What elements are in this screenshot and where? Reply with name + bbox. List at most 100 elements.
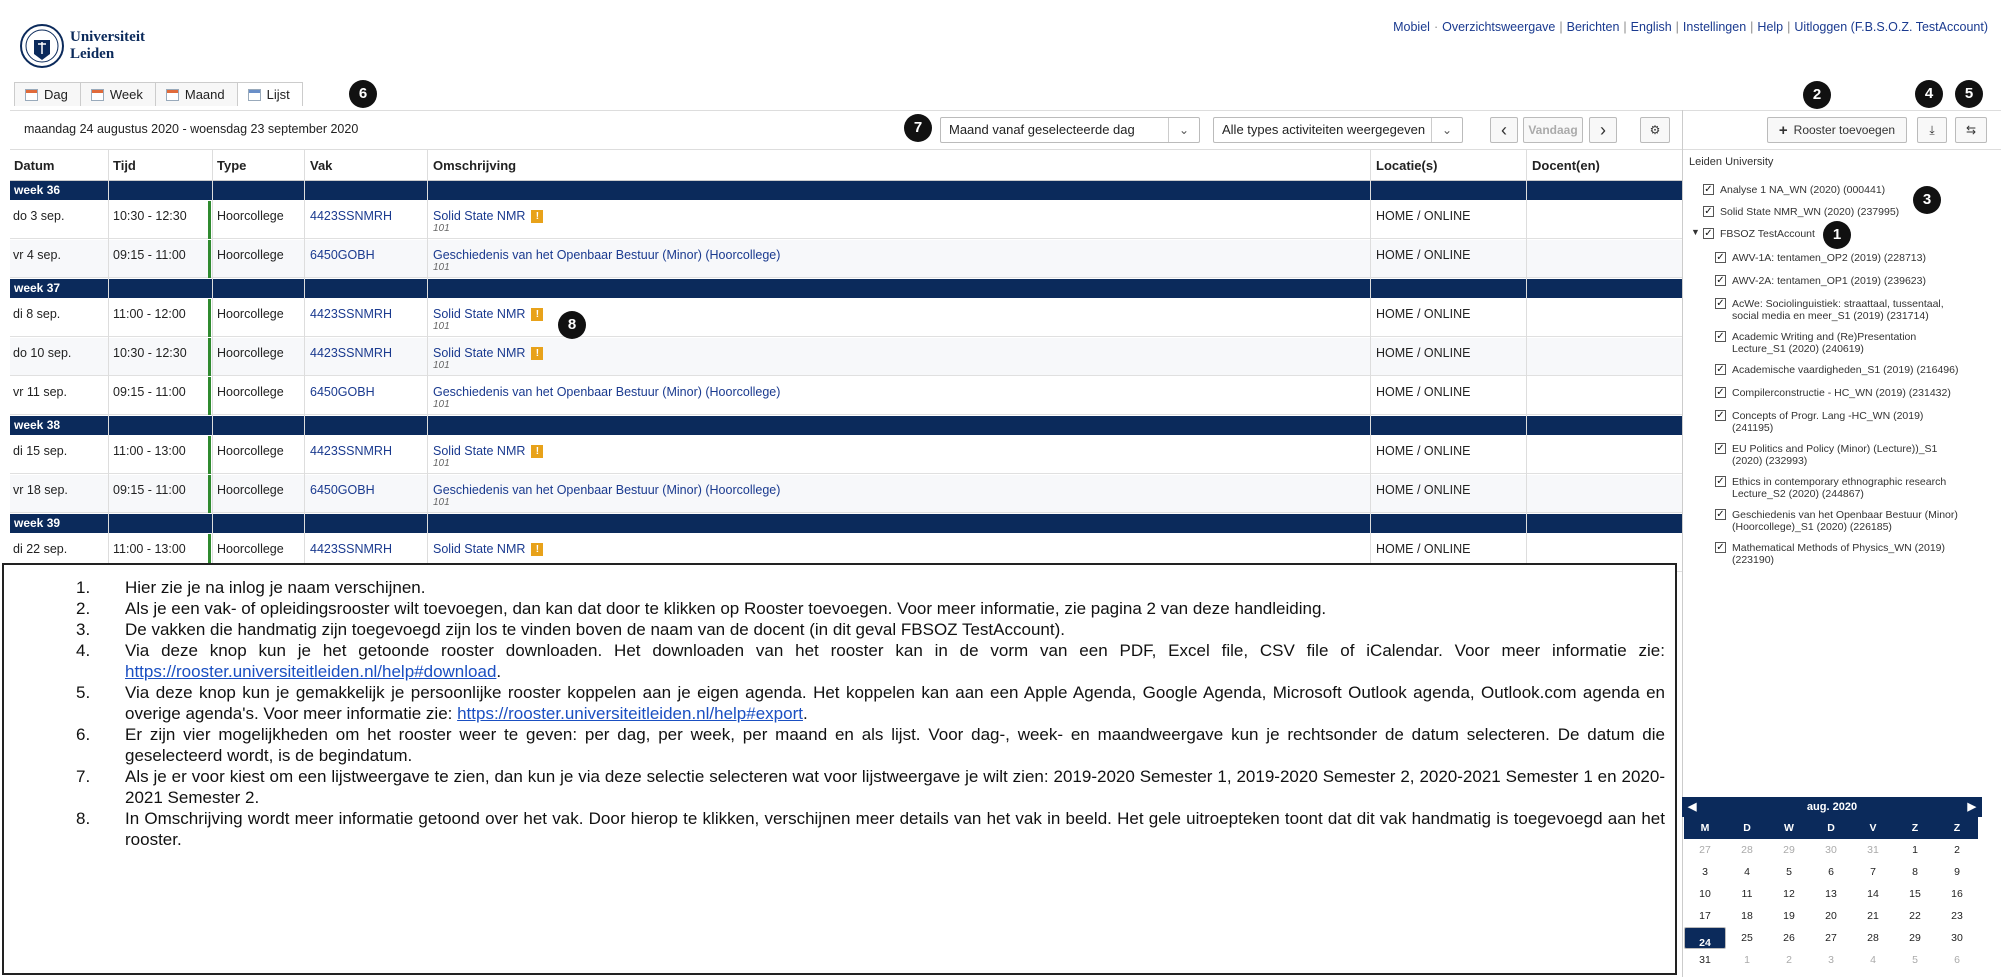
checkbox[interactable]: ✓ [1715,331,1726,342]
description-text[interactable]: Solid State NMR [433,307,525,321]
help-link[interactable]: https://rooster.universiteitleiden.nl/he… [125,662,496,681]
calendar-next-icon[interactable]: ▶ [1968,797,1976,817]
checkbox[interactable]: ✓ [1715,252,1726,263]
checkbox[interactable]: ✓ [1703,228,1714,239]
activity-type-select[interactable]: Alle types activiteiten weergegeven ⌄ [1213,117,1463,143]
checkbox[interactable]: ✓ [1715,298,1726,309]
calendar-day[interactable]: 12 [1768,883,1810,905]
table-row[interactable]: do 3 sep. 10:30 - 12:30 Hoorcollege 4423SSN… [10,201,1682,239]
calendar-day[interactable]: 29 [1768,839,1810,861]
checkbox[interactable]: ✓ [1715,509,1726,520]
checkbox[interactable]: ✓ [1715,410,1726,421]
calendar-day[interactable]: 15 [1894,883,1936,905]
calendar-day[interactable]: 8 [1894,861,1936,883]
cell-course[interactable]: 4423SSNMRH [310,307,392,321]
schedule-checkbox-row[interactable]: ✓ Compilerconstructie - HC_WN (2019) (231… [1715,387,1995,399]
calendar-day[interactable]: 5 [1894,949,1936,971]
calendar-day[interactable]: 28 [1852,927,1894,949]
checkbox[interactable]: ✓ [1715,387,1726,398]
calendar-day[interactable]: 16 [1936,883,1978,905]
calendar-day[interactable]: 14 [1852,883,1894,905]
description-text[interactable]: Geschiedenis van het Openbaar Bestuur (M… [433,483,780,497]
schedule-checkbox-row[interactable]: ✓ AcWe: Sociolinguistiek: straattaal, tus… [1715,298,1995,322]
calendar-day[interactable]: 24 [1684,927,1726,949]
calendar-day[interactable]: 28 [1726,839,1768,861]
calendar-day[interactable]: 25 [1726,927,1768,949]
calendar-day[interactable]: 11 [1726,883,1768,905]
checkbox[interactable]: ✓ [1715,443,1726,454]
calendar-day[interactable]: 4 [1852,949,1894,971]
calendar-day[interactable]: 23 [1936,905,1978,927]
add-schedule-button[interactable]: + Rooster toevoegen [1767,117,1907,143]
calendar-day[interactable]: 2 [1936,839,1978,861]
link-mobiel[interactable]: Mobiel [1393,20,1430,34]
today-button[interactable]: Vandaag [1523,117,1583,143]
table-row[interactable]: di 15 sep. 11:00 - 13:00 Hoorcollege 4423SS… [10,436,1682,474]
calendar-day[interactable]: 30 [1936,927,1978,949]
next-button[interactable]: › [1589,117,1617,143]
description-text[interactable]: Solid State NMR [433,209,525,223]
tab-lijst[interactable]: Lijst [236,82,303,106]
calendar-day[interactable]: 26 [1768,927,1810,949]
link-uitloggen[interactable]: Uitloggen (F.B.S.O.Z. TestAccount) [1794,20,1988,34]
checkbox[interactable]: ✓ [1703,206,1714,217]
link-help[interactable]: Help [1757,20,1783,34]
schedule-checkbox-row[interactable]: ✓ Analyse 1 NA_WN (2020) (000441) [1703,184,1983,196]
link-berichten[interactable]: Berichten [1567,20,1620,34]
cell-description[interactable]: Solid State NMR! [433,542,544,557]
cell-description[interactable]: Geschiedenis van het Openbaar Bestuur (M… [433,248,780,262]
view-range-select[interactable]: Maand vanaf geselecteerde dag ⌄ [940,117,1200,143]
calendar-day[interactable]: 19 [1768,905,1810,927]
link-instellingen[interactable]: Instellingen [1683,20,1746,34]
calendar-day[interactable]: 1 [1726,949,1768,971]
cell-course[interactable]: 4423SSNMRH [310,346,392,360]
university-logo[interactable]: Universiteit Leiden [20,17,170,75]
tab-maand[interactable]: Maand [154,82,238,106]
calendar-day[interactable]: 18 [1726,905,1768,927]
cell-course[interactable]: 4423SSNMRH [310,542,392,556]
calendar-day[interactable]: 6 [1810,861,1852,883]
calendar-day[interactable]: 17 [1684,905,1726,927]
link-overzichtsweergave[interactable]: Overzichtsweergave [1442,20,1555,34]
schedule-checkbox-row[interactable]: ✓ Ethics in contemporary ethnographic res… [1715,476,1995,500]
calendar-day[interactable]: 6 [1936,949,1978,971]
calendar-day[interactable]: 27 [1810,927,1852,949]
cell-course[interactable]: 4423SSNMRH [310,444,392,458]
calendar-day[interactable]: 2 [1768,949,1810,971]
checkbox[interactable]: ✓ [1715,275,1726,286]
help-link[interactable]: https://rooster.universiteitleiden.nl/he… [457,704,803,723]
table-row[interactable]: vr 11 sep. 09:15 - 11:00 Hoorcollege 6450GO… [10,377,1682,415]
calendar-day[interactable]: 31 [1852,839,1894,861]
cell-course[interactable]: 4423SSNMRH [310,209,392,223]
calendar-day[interactable]: 7 [1852,861,1894,883]
description-text[interactable]: Geschiedenis van het Openbaar Bestuur (M… [433,385,780,399]
checkbox[interactable]: ✓ [1715,364,1726,375]
schedule-checkbox-row[interactable]: ✓ Academische vaardigheden_S1 (2019) (216… [1715,364,1995,376]
table-row[interactable]: do 10 sep. 10:30 - 12:30 Hoorcollege 4423SS… [10,338,1682,376]
calendar-day[interactable]: 1 [1894,839,1936,861]
cell-course[interactable]: 6450GOBH [310,483,375,497]
schedule-checkbox-row[interactable]: ✓ Concepts of Progr. Lang -HC_WN (2019) (2… [1715,410,1995,434]
cell-description[interactable]: Solid State NMR! [433,307,544,322]
calendar-day[interactable]: 3 [1810,949,1852,971]
schedule-checkbox-row[interactable]: ✓ AWV-1A: tentamen_OP2 (2019) (228713) [1715,252,1995,264]
tab-week[interactable]: Week [79,82,156,106]
description-text[interactable]: Solid State NMR [433,542,525,556]
cell-description[interactable]: Solid State NMR! [433,444,544,459]
calendar-day[interactable]: 3 [1684,861,1726,883]
download-button[interactable]: ⤓ [1917,117,1947,143]
calendar-day[interactable]: 20 [1810,905,1852,927]
checkbox[interactable]: ✓ [1715,542,1726,553]
cell-course[interactable]: 6450GOBH [310,385,375,399]
cell-course[interactable]: 6450GOBH [310,248,375,262]
collapse-triangle-icon[interactable]: ▼ [1691,227,1700,237]
cell-description[interactable]: Solid State NMR! [433,209,544,224]
cell-description[interactable]: Geschiedenis van het Openbaar Bestuur (M… [433,385,780,399]
schedule-checkbox-row[interactable]: ✓ Geschiedenis van het Openbaar Bestuur (… [1715,509,1995,533]
schedule-checkbox-row[interactable]: ✓ Mathematical Methods of Physics_WN (201… [1715,542,1995,566]
calendar-day[interactable]: 22 [1894,905,1936,927]
description-text[interactable]: Geschiedenis van het Openbaar Bestuur (M… [433,248,780,262]
checkbox[interactable]: ✓ [1715,476,1726,487]
schedule-checkbox-row[interactable]: ✓ AWV-2A: tentamen_OP1 (2019) (239623) [1715,275,1995,287]
description-text[interactable]: Solid State NMR [433,444,525,458]
